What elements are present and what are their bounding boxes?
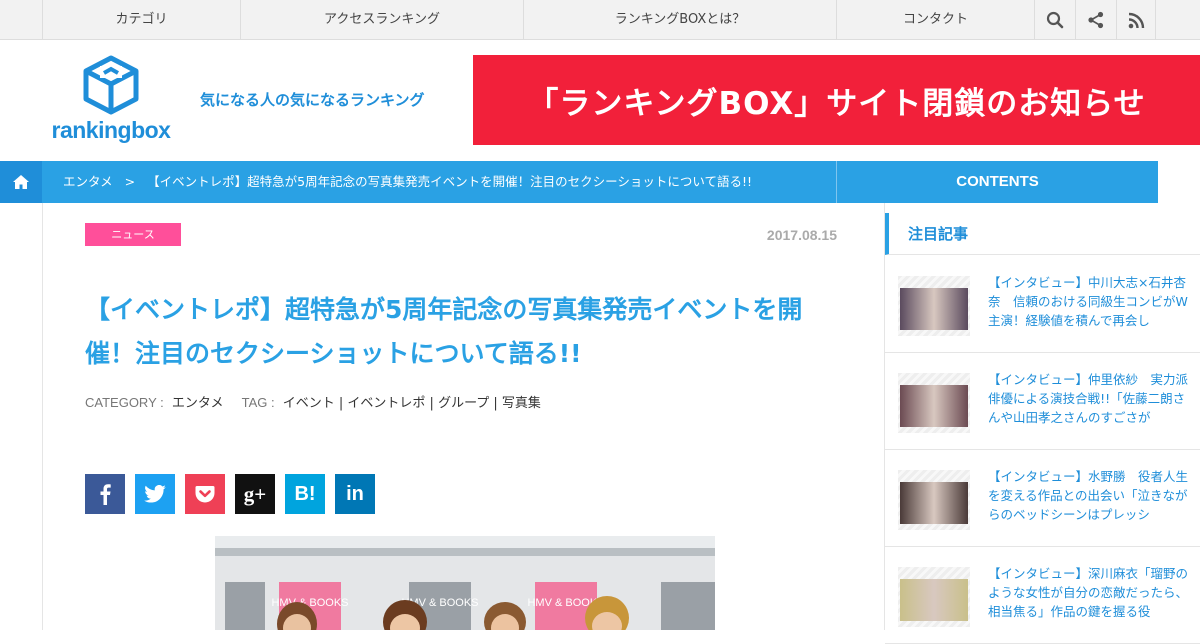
facebook-share-button[interactable] [85,474,125,514]
article-main: ニュース 2017.08.15 【イベントレポ】超特急が5周年記念の写真集発売イ… [42,203,885,630]
linkedin-share-button[interactable]: in [335,474,375,514]
google-plus-icon: g+ [243,481,267,506]
article-thumbnail [898,567,970,627]
article-hero-photo: HMV & BOOKS HMV & BOOKS HMV & BOOKS [215,536,715,630]
category-label: CATEGORY : [85,395,164,410]
thumbnail-image [900,288,968,330]
article-thumbnail [898,470,970,530]
breadcrumb-bar: エンタメ > 【イベントレポ】超特急が5周年記念の写真集発売イベントを開催！注目のセ… [0,161,1158,203]
article-title: 【イベントレポ】超特急が5周年記念の写真集発売イベントを開催！注目のセクシーショ… [85,295,803,368]
nav-item-about[interactable]: ランキングBOXとは？ [524,0,837,40]
thumbnail-image [900,482,968,524]
breadcrumb-category-link[interactable]: エンタメ [63,174,113,189]
tag-links[interactable]: イベント | イベントレポ | グループ | 写真集 [283,396,541,411]
featured-article-item[interactable]: 【インタビュー】仲里依紗 実力派俳優による演技合戦!!「佐藤二朗さんや山田孝之さ… [885,353,1200,450]
article-thumbnail [898,276,970,336]
tag-label: TAG : [241,395,275,410]
share-icon [1087,11,1103,29]
featured-article-title[interactable]: 【インタビュー】仲里依紗 実力派俳優による演技合戦!!「佐藤二朗さんや山田孝之さ… [988,370,1188,427]
search-button[interactable] [1034,0,1074,40]
category-badge[interactable]: ニュース [85,223,181,246]
linkedin-icon: in [346,482,364,505]
box-logo-icon [83,55,139,115]
featured-article-title[interactable]: 【インタビュー】水野勝 役者人生を変える作品との出会い「泣きながらのベッドシーン… [988,467,1188,524]
closure-notice-banner[interactable]: 「ランキングBOX」サイト閉鎖のお知らせ [473,55,1200,145]
breadcrumb-separator: > [124,174,136,189]
nav-item-access-ranking[interactable]: アクセスランキング [241,0,524,40]
home-button[interactable] [0,161,42,203]
nav-item-category[interactable]: カテゴリ [43,0,241,40]
hatena-bookmark-icon: B! [294,482,316,505]
featured-article-item[interactable]: 【インタビュー】水野勝 役者人生を変える作品との出会い「泣きながらのベッドシーン… [885,450,1200,547]
pocket-icon [195,486,215,503]
thumbnail-image [900,385,968,427]
article-thumbnail [898,373,970,433]
top-nav: カテゴリ アクセスランキング ランキングBOXとは？ コンタクト [0,0,1200,40]
thumbnail-image [900,579,968,621]
share-button[interactable] [1075,0,1115,40]
pocket-share-button[interactable] [185,474,225,514]
rss-icon [1128,12,1144,28]
featured-heading: 注目記事 [885,213,1200,255]
site-logo[interactable]: rankingbox [46,55,176,147]
featured-article-title[interactable]: 【インタビュー】中川大志×石井杏奈 信頼のおける同級生コンビがW主演！経験値を積… [988,273,1188,330]
twitter-icon [144,485,166,503]
search-icon [1046,11,1063,29]
rss-button[interactable] [1116,0,1156,40]
sidebar: 注目記事 【インタビュー】中川大志×石井杏奈 信頼のおける同級生コンビがW主演！… [885,203,1200,644]
home-icon [13,175,29,189]
featured-article-item[interactable]: 【インタビュー】深川麻衣「瑠野のような女性が自分の恋敵だったら、相当焦る」作品の… [885,547,1200,644]
featured-article-title[interactable]: 【インタビュー】深川麻衣「瑠野のような女性が自分の恋敵だったら、相当焦る」作品の… [988,564,1188,621]
post-date: 2017.08.15 [766,227,837,243]
category-link[interactable]: エンタメ [172,396,224,411]
breadcrumb-current: 【イベントレポ】超特急が5周年記念の写真集発売イベントを開催！注目のセクシーショ… [147,174,752,189]
share-buttons: g+ B! in [85,474,375,514]
site-tagline: 気になる人の気になるランキング [200,91,425,109]
nav-item-contact[interactable]: コンタクト [837,0,1034,40]
site-header: rankingbox 気になる人の気になるランキング 「ランキングBOX」サイト… [0,41,1200,161]
featured-article-item[interactable]: 【インタビュー】中川大志×石井杏奈 信頼のおける同級生コンビがW主演！経験値を積… [885,256,1200,353]
tab-contents[interactable]: CONTENTS [836,161,1158,203]
breadcrumb: エンタメ > 【イベントレポ】超特急が5周年記念の写真集発売イベントを開催！注目のセ… [63,161,752,203]
hatena-bookmark-share-button[interactable]: B! [285,474,325,514]
google-plus-share-button[interactable]: g+ [235,474,275,514]
banner-text: 「ランキングBOX」サイト閉鎖のお知らせ [527,85,1146,122]
facebook-icon [100,484,111,505]
event-photo-image: HMV & BOOKS HMV & BOOKS HMV & BOOKS [215,536,715,630]
article-meta: CATEGORY : エンタメ TAG : イベント | イベントレポ | グル… [85,392,541,411]
photo-sign-1: HMV & BOOKS [271,597,348,609]
twitter-share-button[interactable] [135,474,175,514]
logo-wordmark: rankingbox [51,117,171,143]
